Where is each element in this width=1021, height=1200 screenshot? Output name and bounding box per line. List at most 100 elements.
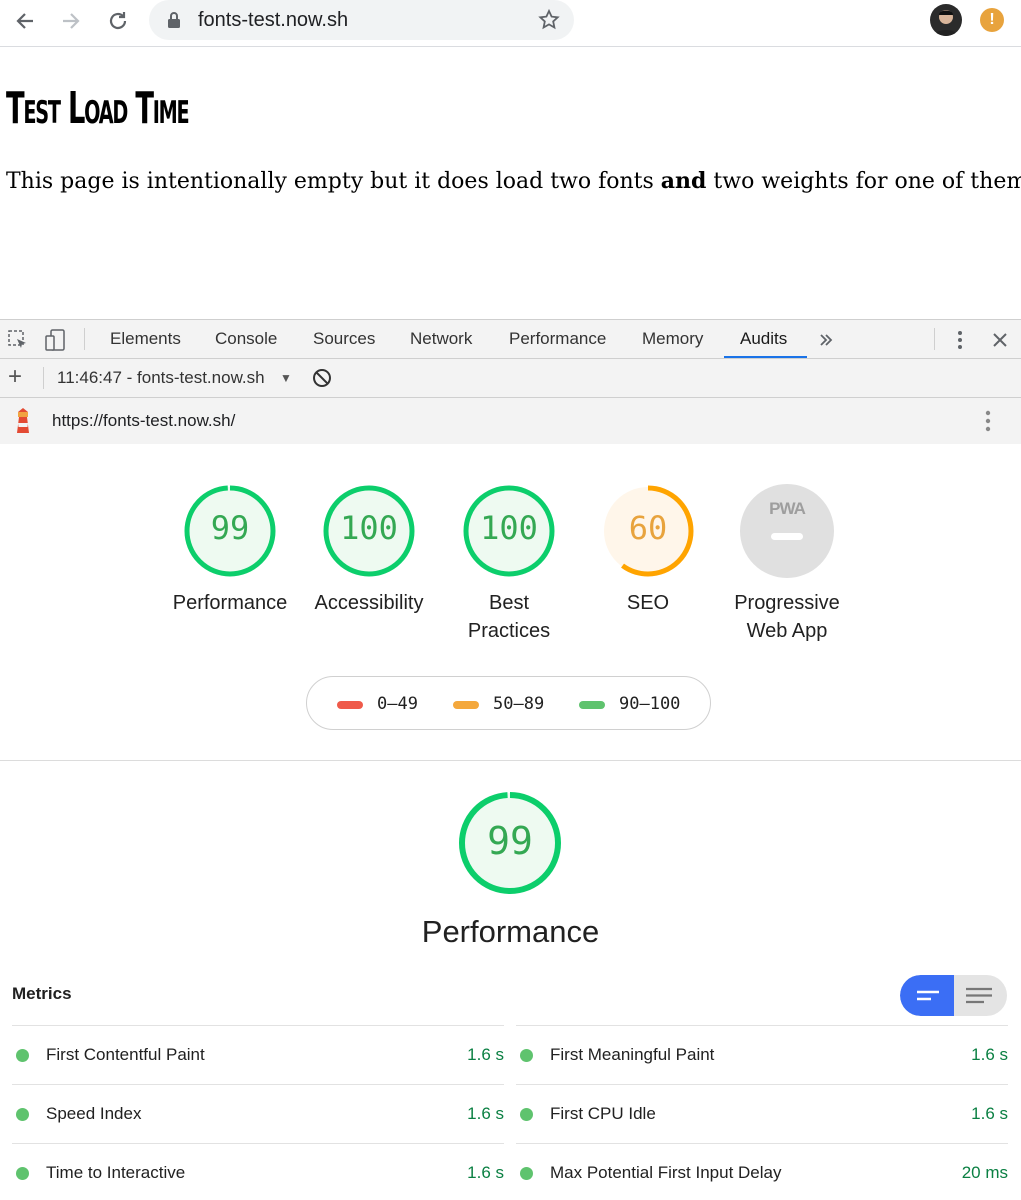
- gauge-label: Accessibility: [309, 589, 429, 617]
- metric-name: Speed Index: [46, 1104, 142, 1123]
- clear-audits-icon[interactable]: [312, 368, 332, 388]
- metric-value: 1.6 s: [467, 1045, 504, 1064]
- gauge-pwa[interactable]: PWA Progressive Web App: [727, 483, 847, 645]
- gauge-label: Performance: [170, 589, 290, 617]
- metric-name: Time to Interactive: [46, 1163, 186, 1182]
- tab-performance[interactable]: Performance: [509, 329, 606, 349]
- gauge-label-line: Best: [488, 592, 530, 614]
- metric-value: 1.6 s: [971, 1045, 1008, 1064]
- gauge-best-practices[interactable]: 100 Best Practices: [449, 483, 569, 645]
- devtools-tabbar: Elements Console Sources Network Perform…: [0, 320, 1021, 359]
- metric-row: First CPU Idle 1.6 s: [516, 1084, 1008, 1143]
- gauge-label-line: Practices: [467, 620, 551, 642]
- legend-range-fail: 0–49: [377, 694, 418, 714]
- bookmark-star-icon[interactable]: [537, 8, 561, 32]
- metric-value: 1.6 s: [971, 1104, 1008, 1123]
- legend-range-average: 50–89: [493, 694, 545, 714]
- performance-score: 99: [487, 819, 533, 863]
- reload-button[interactable]: [103, 6, 133, 36]
- metrics-column-right: First Meaningful Paint 1.6 s First CPU Id…: [516, 1025, 1008, 1200]
- gauge-label: Progressive Web App: [727, 589, 847, 645]
- address-url: fonts-test.now.sh: [198, 9, 349, 31]
- gauge-label: Best Practices: [449, 589, 569, 645]
- new-audit-icon[interactable]: +: [8, 363, 22, 391]
- active-tab-indicator: [724, 356, 807, 358]
- tab-memory[interactable]: Memory: [642, 329, 703, 349]
- pass-indicator: [520, 1049, 533, 1062]
- gauge-performance[interactable]: 99 Performance: [170, 483, 290, 617]
- update-alert-icon[interactable]: !: [980, 8, 1004, 32]
- pass-indicator: [16, 1167, 29, 1180]
- pass-indicator: [16, 1049, 29, 1062]
- back-button[interactable]: [10, 6, 40, 36]
- section-divider: [0, 760, 1021, 761]
- close-devtools-icon[interactable]: [988, 328, 1012, 352]
- audit-run-select[interactable]: 11:46:47 - fonts-test.now.sh: [57, 368, 265, 388]
- gauge-label-line: SEO: [626, 592, 670, 614]
- gauge-label-line: Web App: [746, 620, 828, 642]
- person-icon: [934, 10, 958, 36]
- audit-url-bar: https://fonts-test.now.sh/: [0, 398, 1021, 444]
- gauge-score: 100: [480, 509, 538, 547]
- profile-avatar[interactable]: [930, 4, 962, 36]
- gauge-label: SEO: [588, 589, 708, 617]
- metrics-heading: Metrics: [12, 984, 72, 1003]
- metric-row: Speed Index 1.6 s: [12, 1084, 504, 1143]
- kebab-menu-icon[interactable]: [948, 328, 972, 352]
- gauge-score: 100: [340, 509, 398, 547]
- metric-row: First Contentful Paint 1.6 s: [12, 1025, 504, 1084]
- inspect-element-icon[interactable]: [6, 328, 30, 352]
- lock-icon: [168, 12, 180, 28]
- metric-row: First Meaningful Paint 1.6 s: [516, 1025, 1008, 1084]
- reload-icon: [109, 12, 127, 30]
- metrics-column-left: First Contentful Paint 1.6 s Speed Index 1…: [12, 1025, 504, 1200]
- description-text: This page is intentionally empty but it …: [6, 169, 661, 194]
- performance-title: Performance: [421, 914, 600, 949]
- legend-swatch-fail: [337, 701, 363, 709]
- gauge-label-line: Performance: [172, 592, 288, 614]
- gauge-seo[interactable]: 60 SEO: [588, 483, 708, 617]
- forward-button[interactable]: [56, 6, 86, 36]
- gauge-score: 60: [628, 509, 668, 547]
- score-legend: 0–49 50–89 90–100: [306, 676, 711, 730]
- description-bold: and: [660, 168, 707, 194]
- tab-network[interactable]: Network: [410, 329, 472, 349]
- tab-console[interactable]: Console: [215, 329, 277, 349]
- metrics-view-toggle[interactable]: [900, 975, 1007, 1016]
- audit-run-bar: + 11:46:47 - fonts-test.now.sh ▼: [0, 359, 1021, 398]
- performance-gauge: 99: [456, 789, 564, 897]
- legend-swatch-pass: [579, 701, 605, 709]
- device-toolbar-icon[interactable]: [44, 328, 68, 352]
- page-title: Test Load Time: [6, 83, 190, 134]
- pass-indicator: [520, 1108, 533, 1121]
- tab-sources[interactable]: Sources: [313, 329, 375, 349]
- dropdown-caret-icon[interactable]: ▼: [280, 371, 292, 385]
- pwa-badge-icon: [740, 484, 834, 578]
- tab-elements[interactable]: Elements: [110, 329, 181, 349]
- page-description: This page is intentionally empty but it …: [6, 168, 1021, 194]
- lighthouse-icon: [17, 408, 29, 433]
- toolbar-divider: [934, 328, 935, 350]
- more-tabs-icon[interactable]: [814, 328, 838, 352]
- devtools-panel: Elements Console Sources Network Perform…: [0, 319, 1021, 1200]
- description-text-end: two weights for one of them.: [706, 169, 1021, 194]
- metric-row: Max Potential First Input Delay 20 ms: [516, 1143, 1008, 1200]
- metric-name: First Contentful Paint: [46, 1045, 205, 1064]
- report-menu-icon[interactable]: [985, 410, 991, 432]
- gauge-score: 99: [210, 509, 250, 547]
- metric-value: 1.6 s: [467, 1163, 504, 1182]
- metric-name: First Meaningful Paint: [550, 1045, 715, 1064]
- tab-audits[interactable]: Audits: [740, 329, 787, 349]
- metric-name: Max Potential First Input Delay: [550, 1163, 782, 1182]
- gauge-accessibility[interactable]: 100 Accessibility: [309, 483, 429, 617]
- back-arrow-icon: [16, 13, 33, 29]
- compact-list-icon: [917, 990, 939, 1001]
- expanded-list-icon[interactable]: [954, 975, 1007, 1016]
- address-bar[interactable]: fonts-test.now.sh: [149, 0, 574, 40]
- metric-name: First CPU Idle: [550, 1104, 656, 1123]
- metric-value: 20 ms: [961, 1163, 1008, 1182]
- toolbar-divider: [84, 328, 85, 350]
- gauge-label-line: Accessibility: [314, 592, 424, 614]
- compact-view-button[interactable]: [900, 975, 954, 1016]
- forward-arrow-icon: [63, 13, 80, 29]
